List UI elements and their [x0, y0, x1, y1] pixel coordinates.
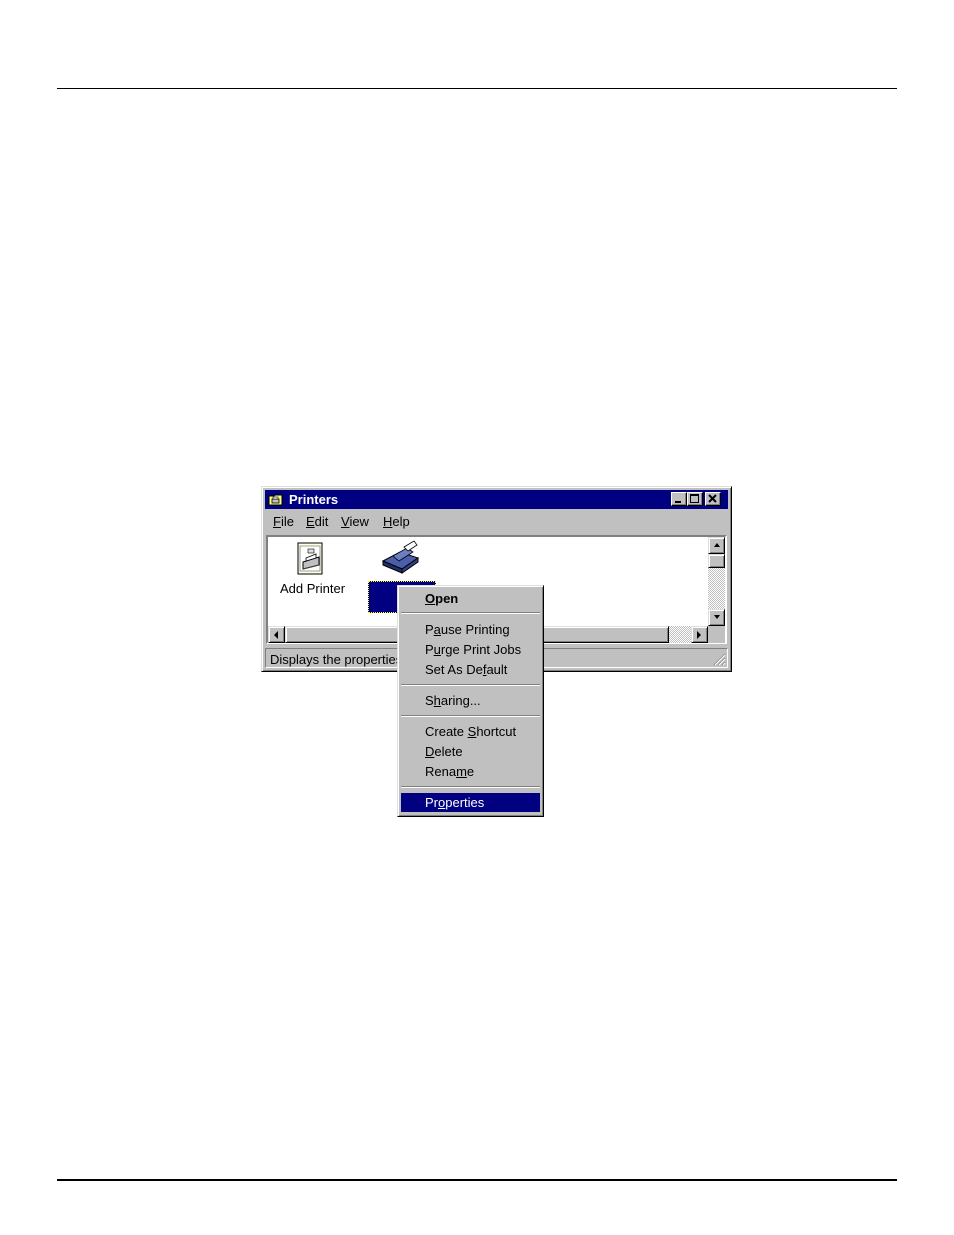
printer-icon: [381, 540, 420, 574]
context-item-purge-print-jobs[interactable]: Purge Print Jobs: [401, 640, 540, 659]
context-item-sharing[interactable]: Sharing...: [401, 691, 540, 710]
scroll-down-button[interactable]: [708, 609, 725, 626]
maximize-icon: [690, 494, 699, 503]
scrollbar-corner: [708, 626, 725, 643]
minimize-icon: [675, 501, 681, 503]
minimize-button[interactable]: [671, 492, 687, 506]
scroll-up-button[interactable]: [708, 537, 725, 554]
status-text: Displays the properties: [270, 652, 403, 667]
context-separator: [401, 715, 540, 717]
context-item-set-as-default[interactable]: Set As Default: [401, 660, 540, 679]
menu-edit[interactable]: Edit: [306, 514, 328, 529]
menu-bar: File Edit View Help: [265, 511, 728, 530]
context-separator: [401, 612, 540, 614]
arrow-up-icon: [714, 543, 720, 547]
context-item-rename[interactable]: Rename: [401, 762, 540, 781]
menu-view[interactable]: View: [341, 514, 369, 529]
printers-folder-icon: [268, 494, 283, 506]
vertical-scroll-thumb[interactable]: [708, 554, 725, 568]
add-printer-icon: [297, 542, 323, 575]
vertical-scrollbar[interactable]: [708, 537, 725, 626]
close-button[interactable]: [705, 492, 721, 506]
page-top-rule: [57, 88, 897, 89]
context-item-open[interactable]: Open: [401, 589, 540, 608]
context-separator: [401, 684, 540, 686]
menu-help[interactable]: Help: [383, 514, 410, 529]
resize-grip-icon[interactable]: [713, 653, 726, 666]
context-item-pause-printing[interactable]: Pause Printing: [401, 620, 540, 639]
window-title: Printers: [289, 492, 339, 507]
context-menu: Open Pause Printing Purge Print Jobs Set…: [397, 585, 544, 817]
page-bottom-rule: [57, 1179, 897, 1181]
arrow-down-icon: [714, 615, 720, 619]
scroll-right-button[interactable]: [691, 626, 708, 643]
arrow-right-icon: [697, 631, 701, 639]
title-bar[interactable]: Printers: [265, 490, 728, 509]
close-icon: [708, 494, 717, 503]
context-separator: [401, 786, 540, 788]
menu-file[interactable]: File: [273, 514, 294, 529]
context-item-delete[interactable]: Delete: [401, 742, 540, 761]
context-item-properties[interactable]: Properties: [401, 793, 540, 812]
context-item-create-shortcut[interactable]: Create Shortcut: [401, 722, 540, 741]
scroll-left-button[interactable]: [268, 626, 285, 643]
add-printer-label: Add Printer: [280, 581, 346, 596]
arrow-left-icon: [274, 631, 278, 639]
maximize-button[interactable]: [687, 492, 703, 506]
